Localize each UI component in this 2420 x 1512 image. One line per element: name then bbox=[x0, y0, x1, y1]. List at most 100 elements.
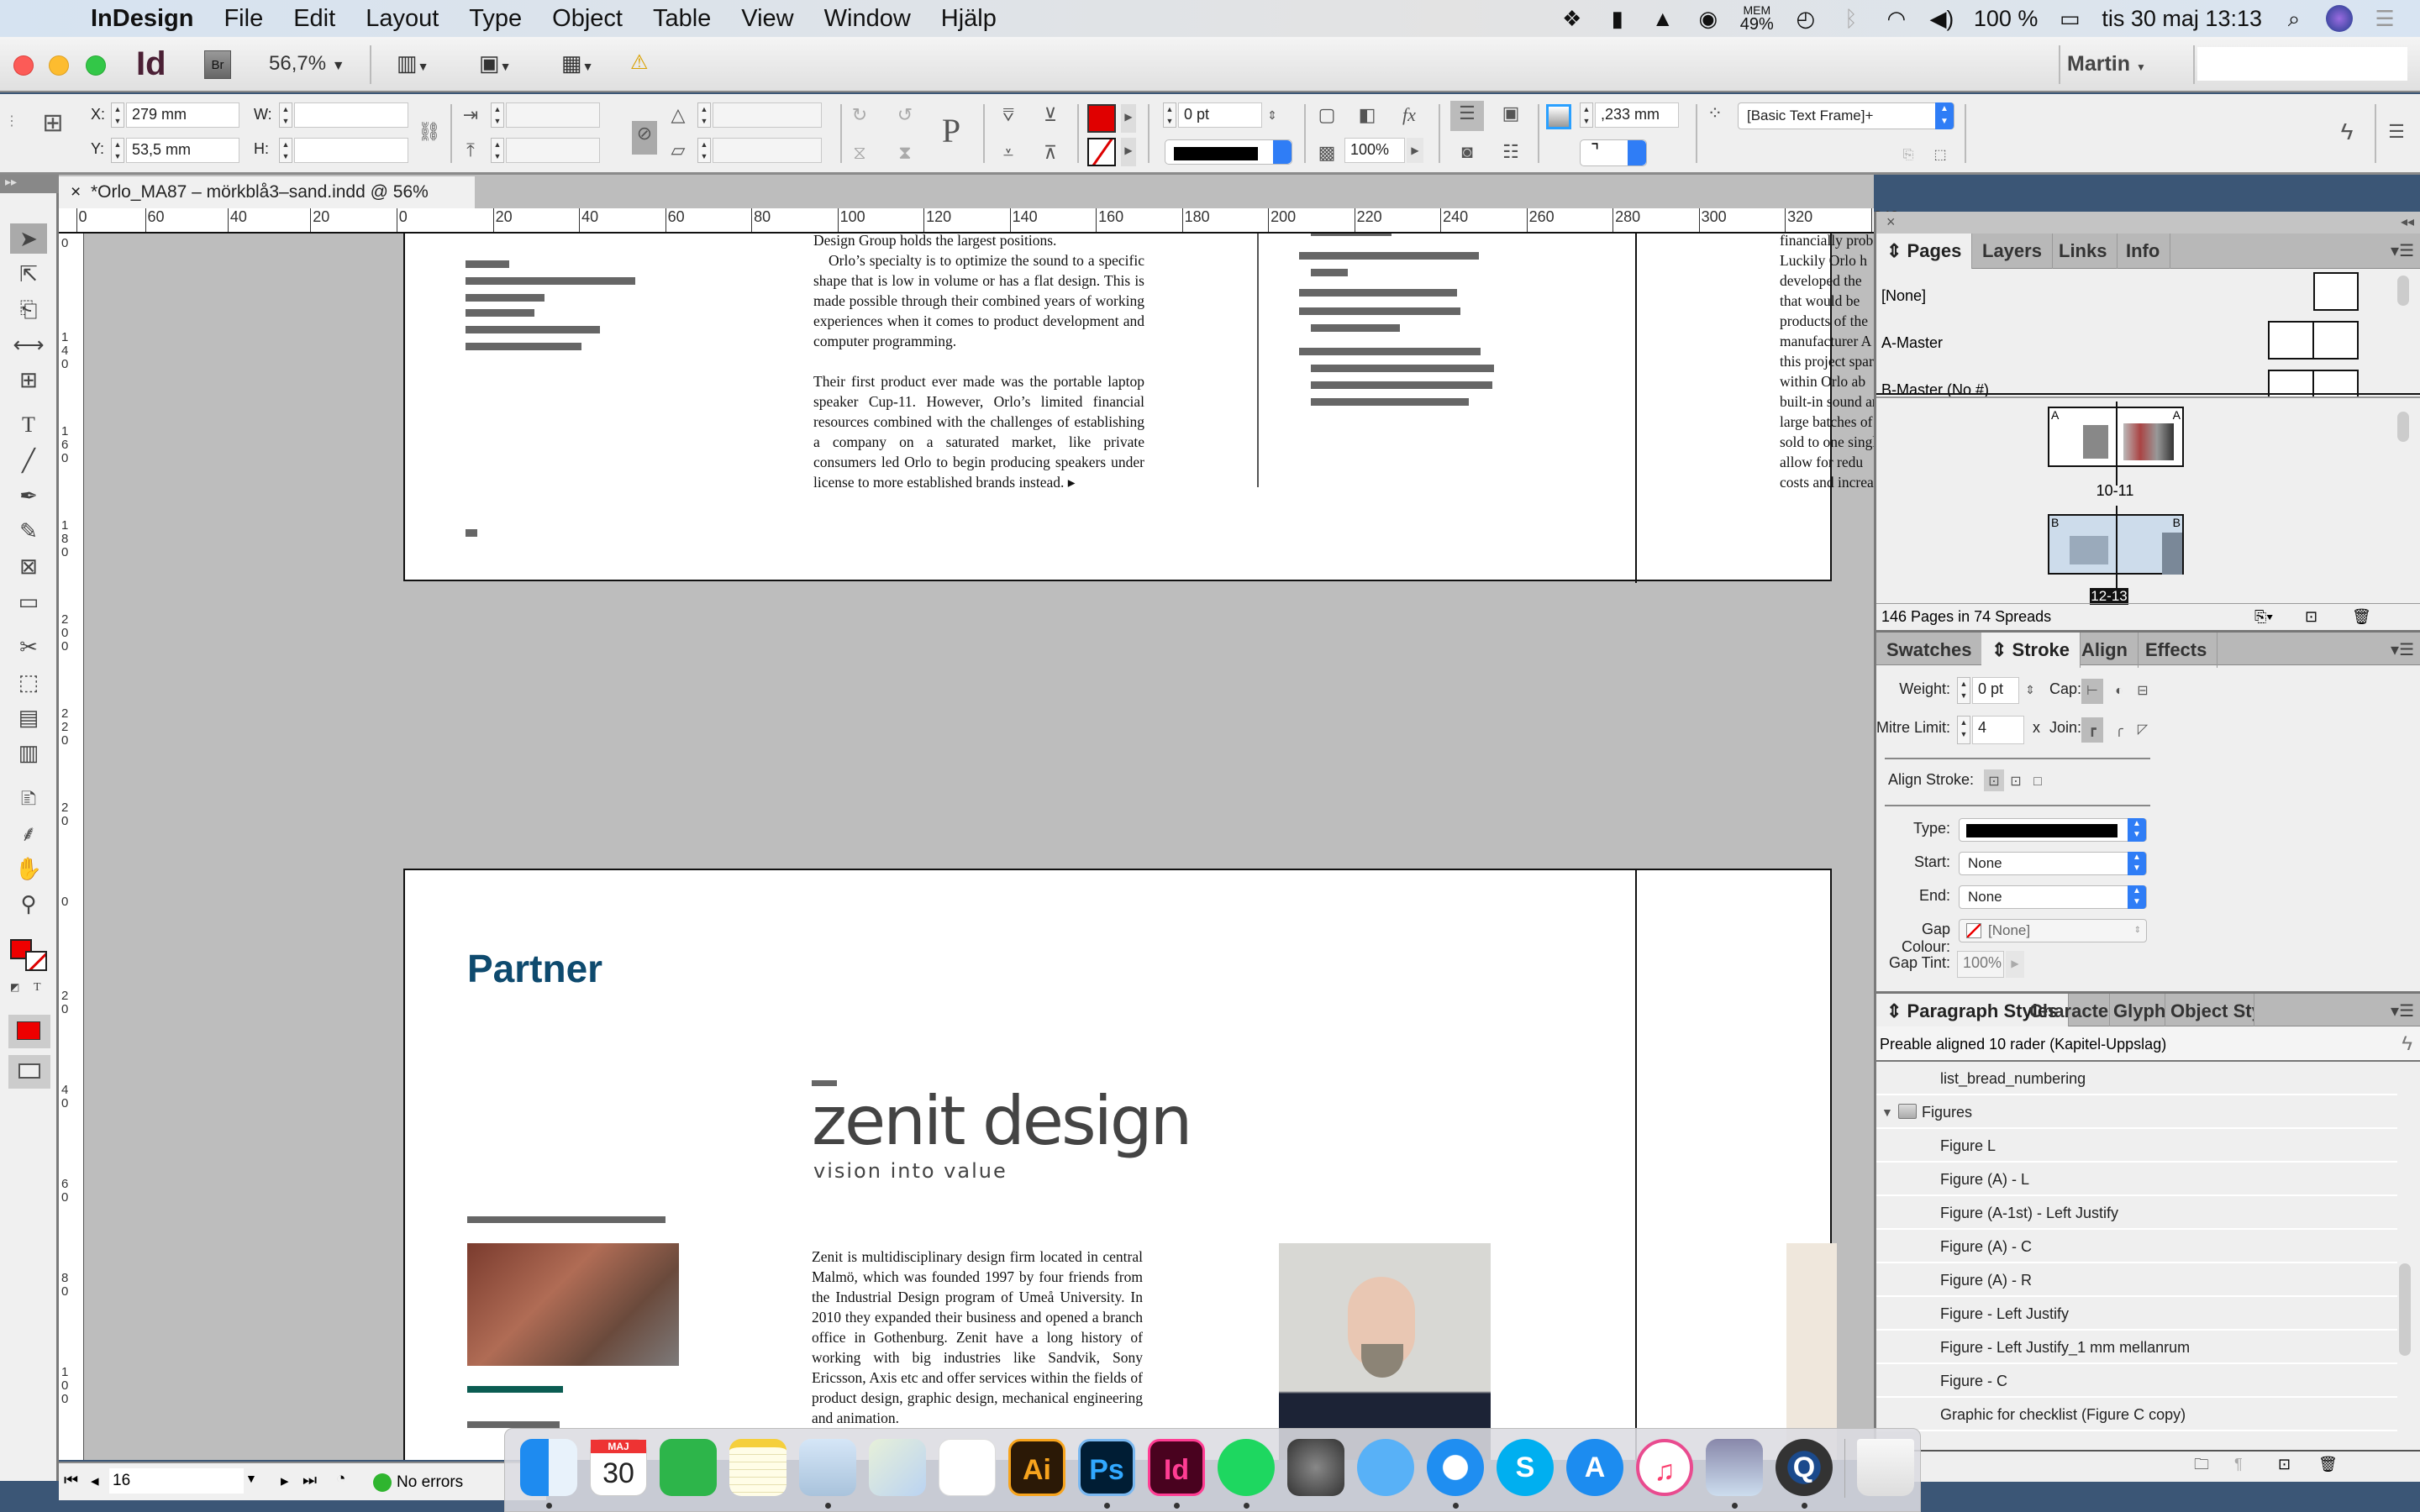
new-style-group-icon[interactable]: 🗀 bbox=[2194, 1452, 2209, 1477]
spotlight-icon[interactable]: ⌕ bbox=[2281, 5, 2307, 32]
tab-links[interactable]: Links bbox=[2049, 234, 2118, 269]
formatting-affects-text-icon[interactable]: T bbox=[34, 981, 41, 995]
dock-calendar-icon[interactable]: MAJ 30 bbox=[590, 1439, 647, 1496]
tab-align[interactable]: Align bbox=[2071, 633, 2139, 668]
stroke-weight-dropdown[interactable]: ⇕ bbox=[1264, 102, 1281, 128]
preflight-status-icon[interactable] bbox=[373, 1473, 392, 1492]
scale-x-input[interactable] bbox=[506, 102, 600, 128]
clock[interactable]: tis 30 maj 13:13 bbox=[2102, 6, 2262, 32]
reference-point-icon[interactable]: ⊞ bbox=[34, 111, 72, 150]
mitre-stepper[interactable]: ▲ ▼ bbox=[1957, 716, 1970, 744]
drop-shadow-icon[interactable]: ▢ bbox=[1314, 102, 1339, 128]
user-account-dropdown[interactable]: Martin ▼ bbox=[2067, 52, 2146, 76]
tab-object-styles[interactable]: Object Style bbox=[2165, 994, 2254, 1029]
stroke-weight-stepper[interactable]: ▲ ▼ bbox=[1163, 102, 1176, 128]
warning-icon[interactable]: ⚠ bbox=[630, 50, 649, 75]
round-cap-button[interactable]: ◐ bbox=[2108, 679, 2130, 704]
clear-overrides-icon[interactable]: ⎘ bbox=[1896, 143, 1921, 168]
next-page-button[interactable]: ▸ bbox=[281, 1472, 289, 1491]
align-stroke-center-button[interactable]: ⊡ bbox=[1984, 769, 2004, 791]
x-position-input[interactable]: 279 mm bbox=[126, 102, 239, 128]
rectangle-frame-tool-icon[interactable]: ⊠ bbox=[10, 551, 47, 581]
dock-safari-icon[interactable] bbox=[1427, 1439, 1484, 1496]
apply-color-button[interactable] bbox=[8, 1015, 50, 1048]
tab-info[interactable]: Info bbox=[2116, 234, 2171, 269]
style-group-row[interactable]: ▼ Figures bbox=[1876, 1095, 2397, 1129]
shear-stepper[interactable]: ▲ ▼ bbox=[697, 138, 711, 163]
master-none[interactable]: [None] bbox=[1881, 287, 1926, 305]
width-input[interactable] bbox=[294, 102, 408, 128]
stroke-type-select[interactable]: ▲ ▼ bbox=[1959, 818, 2147, 842]
style-row[interactable]: Figure (A-1st) - Left Justify bbox=[1876, 1196, 2397, 1230]
building-photo[interactable] bbox=[467, 1243, 679, 1366]
horizontal-ruler[interactable]: 0 60 40 20 0 20 40 60 80 100 120 140 160 180 200 220 240… bbox=[59, 208, 1899, 234]
dock-quicktime-icon[interactable]: Q bbox=[1776, 1439, 1833, 1496]
spread-thumbnail[interactable]: A A bbox=[2048, 402, 2184, 486]
selection-tool-icon[interactable]: ➤ bbox=[10, 223, 47, 254]
body-text-column[interactable]: Design Group holds the largest positions… bbox=[813, 234, 1144, 492]
rectangle-tool-icon[interactable]: ▭ bbox=[10, 586, 47, 617]
screen-mode-button[interactable] bbox=[8, 1055, 50, 1089]
body-text-column-right[interactable]: financially prob Luckily Orlo h developed … bbox=[1780, 234, 1874, 492]
last-page-button[interactable]: ⏭ bbox=[302, 1472, 317, 1490]
start-arrowhead-select[interactable]: None ▲ ▼ bbox=[1959, 852, 2147, 875]
dock-illustrator-icon[interactable]: Ai bbox=[1008, 1439, 1065, 1496]
style-row[interactable]: Figure - Left Justify bbox=[1876, 1297, 2397, 1331]
disclosure-triangle-icon[interactable]: ▼ bbox=[1881, 1095, 1893, 1129]
section-heading[interactable]: Partner bbox=[467, 946, 602, 991]
weight-input[interactable]: 0 pt bbox=[1972, 677, 2019, 704]
weight-dropdown[interactable]: ⇕ bbox=[2021, 677, 2039, 702]
end-arrowhead-select[interactable]: None ▲ ▼ bbox=[1959, 885, 2147, 909]
close-window-button[interactable] bbox=[13, 55, 34, 76]
document-canvas[interactable]: Design Group holds the largest positions… bbox=[84, 234, 1874, 1460]
miter-join-button[interactable]: ┏ bbox=[2081, 717, 2103, 743]
menu-view[interactable]: View bbox=[741, 5, 793, 33]
tab-swatches[interactable]: Swatches bbox=[1876, 633, 1983, 668]
scale-y-input[interactable] bbox=[506, 138, 600, 163]
mitre-limit-input[interactable]: 4 bbox=[1972, 716, 2024, 744]
rotation-angle-input[interactable] bbox=[713, 102, 822, 128]
height-input[interactable] bbox=[294, 138, 408, 163]
clear-overrides-icon[interactable]: ¶ bbox=[2234, 1452, 2243, 1477]
wrap-object-shape-icon[interactable]: ◙ bbox=[1450, 139, 1484, 165]
styles-scrollbar[interactable] bbox=[2399, 1263, 2411, 1356]
flip-vertical-icon[interactable]: ⧗ bbox=[892, 140, 918, 165]
new-style-icon[interactable]: ⬚ bbox=[1928, 143, 1953, 168]
opacity-menu-arrow[interactable]: ▶ bbox=[1407, 138, 1423, 163]
select-next-object-icon[interactable]: ⊼ bbox=[1038, 140, 1063, 165]
stroke-swatch[interactable] bbox=[1087, 138, 1116, 166]
volume-icon[interactable]: ◀) bbox=[1928, 5, 1955, 32]
menu-app-name[interactable]: InDesign bbox=[91, 5, 193, 33]
page-dropdown-button[interactable]: ▼ bbox=[245, 1472, 257, 1485]
style-row[interactable]: Figure (A) - C bbox=[1876, 1230, 2397, 1263]
link-scale-icon[interactable]: ⊘ bbox=[632, 121, 657, 155]
text-wrap-none-icon[interactable]: ☰ bbox=[1450, 101, 1484, 131]
close-panel-icon[interactable]: × bbox=[1886, 213, 1896, 231]
dock-messages-icon[interactable] bbox=[1357, 1439, 1414, 1496]
menu-window[interactable]: Window bbox=[824, 5, 911, 33]
tab-character-styles[interactable]: Character S bbox=[2019, 994, 2110, 1029]
panel-menu-icon[interactable]: ▾☰ bbox=[2391, 1000, 2414, 1021]
panel-menu-icon[interactable]: ▾☰ bbox=[2391, 639, 2414, 660]
h-stepper[interactable]: ▲ ▼ bbox=[279, 138, 292, 163]
flip-horizontal-icon[interactable]: ⧖ bbox=[847, 140, 872, 165]
y-position-input[interactable]: 53,5 mm bbox=[126, 138, 239, 163]
style-row[interactable]: Graphic for checklist (Figure C copy) bbox=[1876, 1398, 2397, 1431]
dock-finder-icon[interactable] bbox=[520, 1439, 577, 1496]
tab-glyphs[interactable]: Glyphs bbox=[2110, 994, 2165, 1029]
spread-label-selected[interactable]: 12-13 bbox=[2090, 588, 2128, 605]
delete-page-icon[interactable]: 🗑 bbox=[2352, 604, 2371, 629]
master-a[interactable]: A-Master bbox=[1881, 334, 1943, 352]
stroke-weight-input[interactable]: 0 pt bbox=[1178, 102, 1262, 128]
scale-x-stepper[interactable]: ▲ ▼ bbox=[491, 102, 504, 128]
stroke-type-dropdown[interactable] bbox=[1165, 139, 1292, 165]
menu-type[interactable]: Type bbox=[469, 5, 522, 33]
dock-app-store-icon[interactable]: A bbox=[1566, 1439, 1623, 1496]
screen-mode-dropdown[interactable]: ▣▼ bbox=[479, 50, 511, 76]
dock-mail-icon[interactable] bbox=[799, 1439, 856, 1496]
tab-pages[interactable]: ⇕ Pages bbox=[1876, 234, 1973, 269]
jump-object-icon[interactable]: ☷ bbox=[1496, 139, 1526, 165]
menu-object[interactable]: Object bbox=[552, 5, 623, 33]
view-options-dropdown[interactable]: ▥▼ bbox=[397, 50, 429, 76]
menu-layout[interactable]: Layout bbox=[366, 5, 439, 33]
